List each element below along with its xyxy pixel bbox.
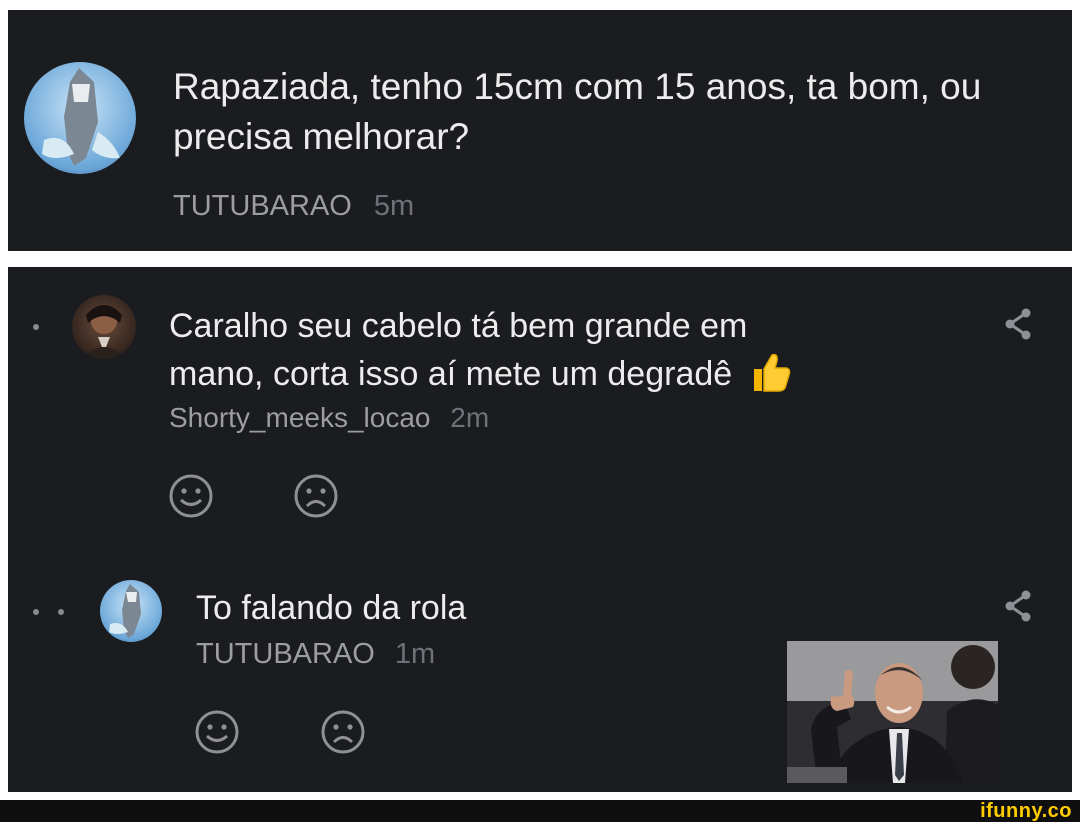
watermark-bar: ifunny.co — [0, 800, 1080, 822]
comment-author-avatar[interactable] — [72, 295, 136, 359]
thread-dot — [33, 324, 39, 330]
reply-author-avatar[interactable] — [100, 580, 162, 642]
share-icon[interactable] — [1002, 307, 1034, 341]
comment-meta: Shorty_meeks_locao 2m — [169, 401, 489, 435]
post-author[interactable]: TUTUBARAO — [173, 190, 352, 222]
reply-text: To falando da rola — [196, 589, 467, 627]
comments-card: Caralho seu cabelo tá bem grande em mano… — [8, 267, 1072, 792]
ifunny-watermark[interactable]: ifunny.co — [980, 800, 1072, 822]
thread-dot — [33, 609, 39, 615]
comment-time: 2m — [450, 402, 490, 433]
shark-image — [42, 68, 120, 166]
share-icon[interactable] — [1002, 589, 1034, 623]
reply-meta: TUTUBARAO 1m — [196, 637, 435, 671]
person-image — [82, 305, 126, 359]
frown-icon[interactable] — [293, 473, 339, 519]
post-time: 5m — [373, 190, 415, 222]
reply-time: 1m — [394, 638, 436, 670]
smile-icon[interactable] — [194, 709, 240, 755]
comment-text: Caralho seu cabelo tá bem grande em mano… — [169, 303, 929, 397]
reply-image-attachment[interactable] — [787, 641, 998, 783]
post-card: Rapaziada, tenho 15cm com 15 anos, ta bo… — [8, 10, 1072, 251]
thumbs-up-icon — [748, 349, 794, 395]
post-meta: TUTUBARAO 5m — [173, 188, 414, 224]
frown-icon[interactable] — [320, 709, 366, 755]
smile-icon[interactable] — [168, 473, 214, 519]
comment-author[interactable]: Shorty_meeks_locao — [169, 402, 430, 433]
post-author-avatar[interactable] — [24, 62, 136, 174]
thread-dot — [58, 609, 64, 615]
post-text: Rapaziada, tenho 15cm com 15 anos, ta bo… — [173, 66, 982, 157]
shark-image — [109, 584, 141, 638]
reply-author[interactable]: TUTUBARAO — [196, 638, 375, 670]
